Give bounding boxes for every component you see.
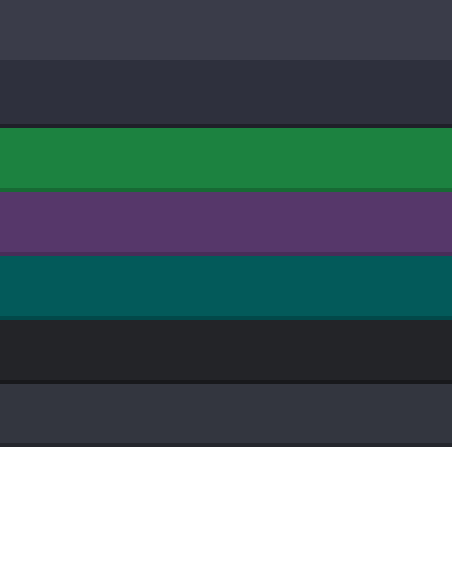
color-swatch[interactable] — [0, 256, 452, 320]
color-swatch[interactable] — [0, 320, 452, 384]
color-swatch[interactable] — [0, 192, 452, 256]
blank-area — [0, 447, 452, 576]
color-swatch[interactable] — [0, 128, 452, 192]
color-swatch[interactable] — [0, 384, 452, 447]
color-swatch-list — [0, 0, 452, 447]
color-swatch[interactable] — [0, 60, 452, 128]
color-swatch[interactable] — [0, 0, 452, 60]
